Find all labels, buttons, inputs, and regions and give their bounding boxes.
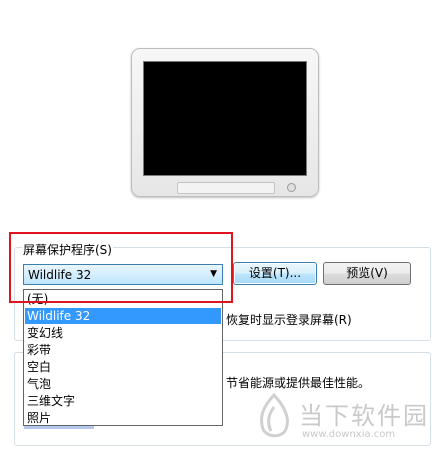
watermark-url: www.downxia.com [302,429,396,440]
watermark-logo-icon [259,393,289,438]
preview-button[interactable]: 预览(V) [323,262,411,285]
dropdown-option[interactable]: 气泡 [25,376,221,392]
watermark-title: 当下软件园 [299,402,429,430]
screensaver-select[interactable]: Wildlife 32 ▼ [23,264,223,285]
dropdown-option[interactable]: (无) [25,291,221,307]
dropdown-option[interactable]: 变幻线 [25,325,221,341]
power-led-icon [287,183,296,192]
chevron-down-icon[interactable]: ▼ [210,269,217,279]
preview-screen [143,61,307,176]
dropdown-option[interactable]: 彩带 [25,342,221,358]
dropdown-option[interactable]: 空白 [25,359,221,375]
monitor-base [177,182,275,194]
power-settings-text: 节省能源或提供最佳性能。 [226,376,371,390]
dropdown-option[interactable]: 三维文字 [25,393,221,409]
screensaver-dropdown-list[interactable]: (无) Wildlife 32 变幻线 彩带 空白 气泡 三维文字 照片 [23,289,223,426]
screensaver-preview-monitor [131,48,319,197]
screensaver-label: 屏幕保护程序(S) [22,241,113,258]
resume-login-checkbox-label[interactable]: 恢复时显示登录屏幕(R) [226,311,352,328]
dropdown-option[interactable]: 照片 [25,410,221,426]
settings-button[interactable]: 设置(T)... [233,262,317,285]
screensaver-selected-value: Wildlife 32 [28,268,92,282]
dropdown-option-selected[interactable]: Wildlife 32 [25,308,221,324]
